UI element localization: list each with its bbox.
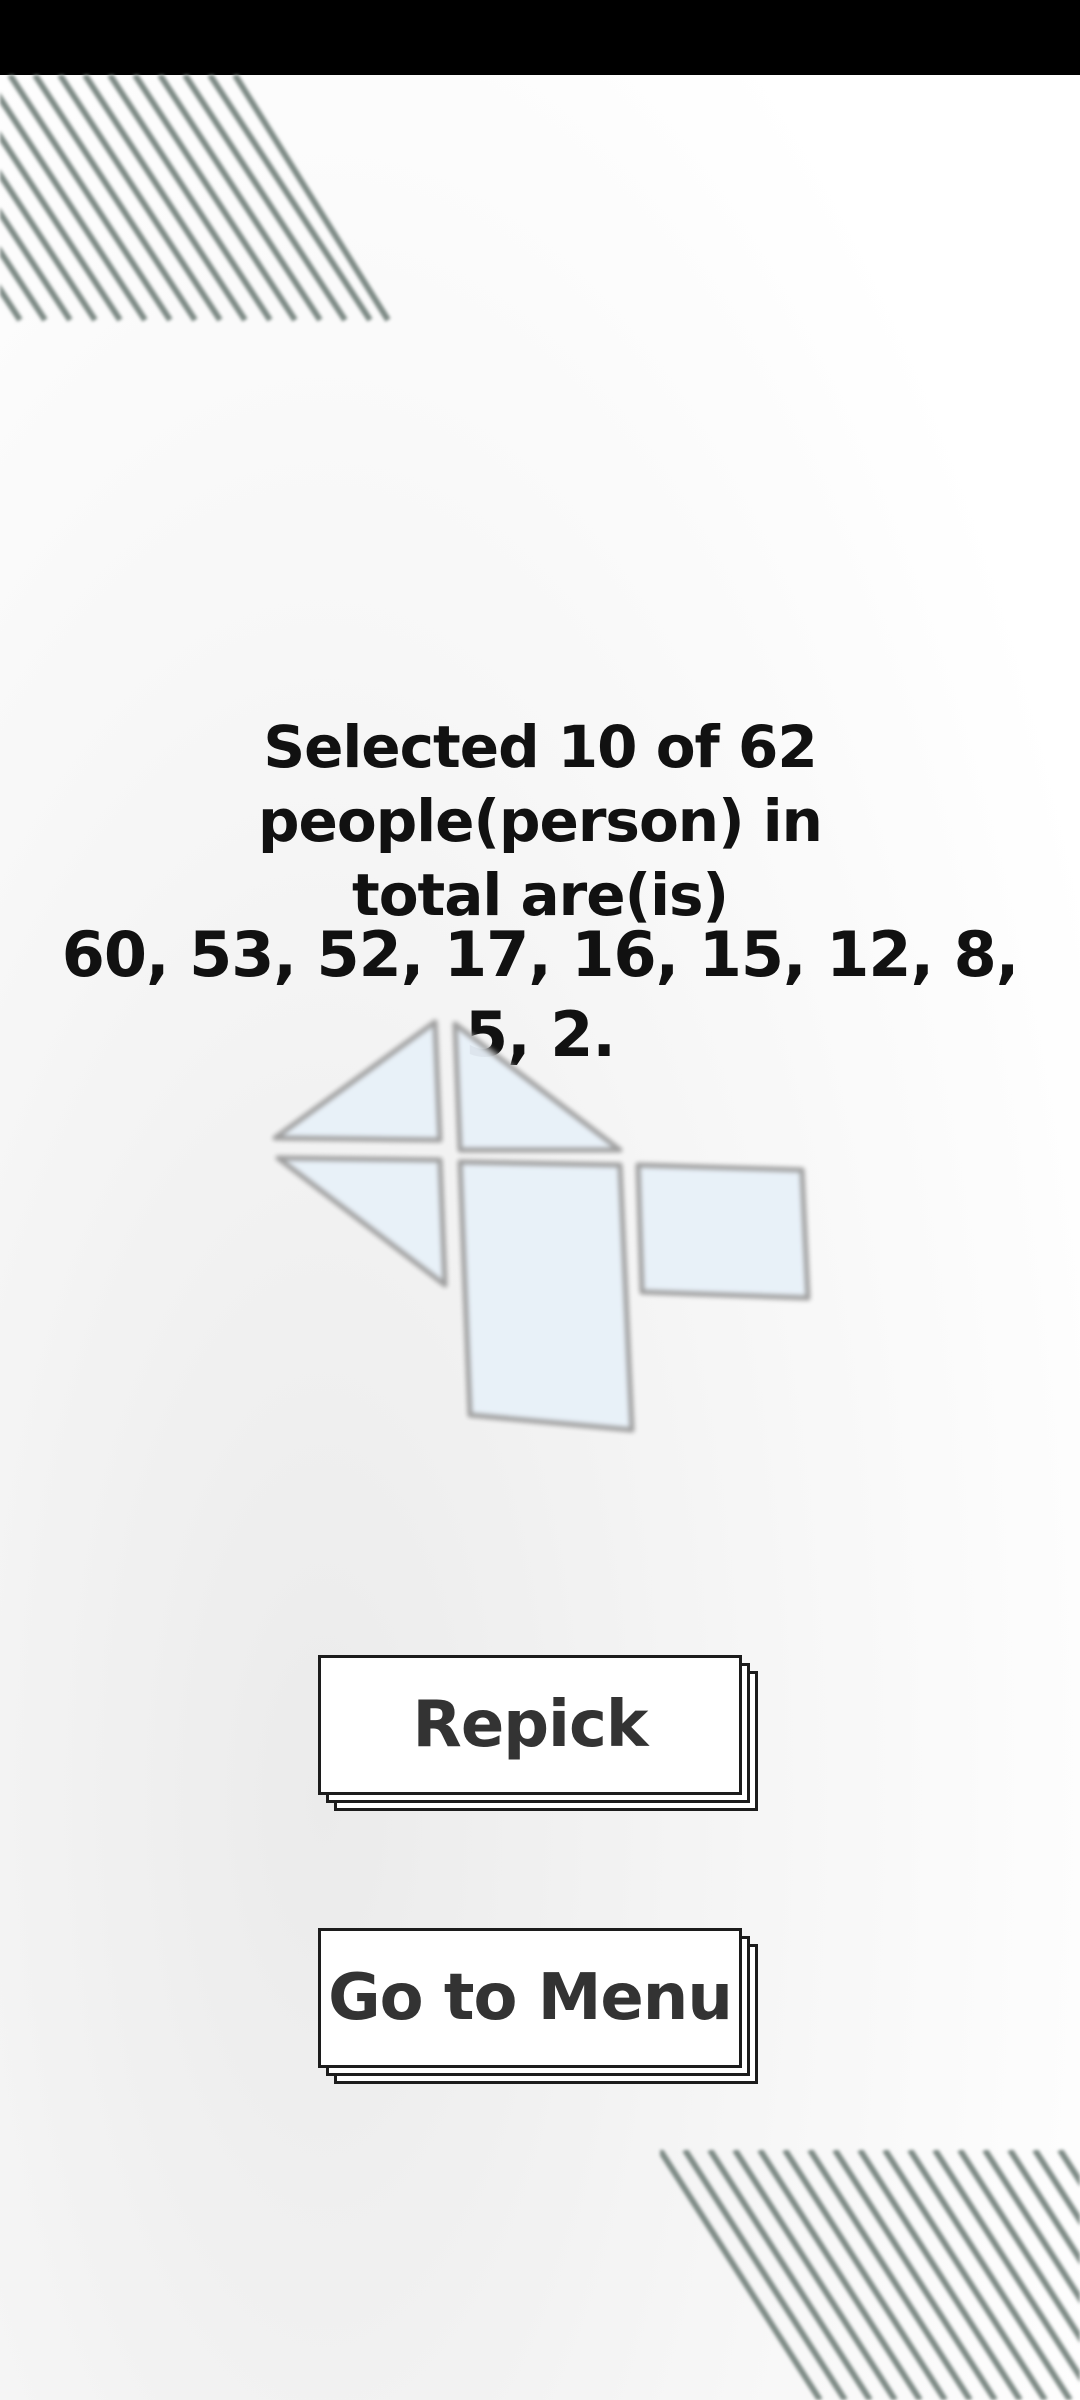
repick-button-label: Repick	[412, 1688, 649, 1762]
go-to-menu-button[interactable]: Go to Menu	[318, 1928, 742, 2068]
tangram-logo	[272, 1019, 811, 1433]
decorative-stripes-top	[0, 75, 391, 322]
selection-summary-title: Selected 10 of 62 people(person) in tota…	[40, 710, 1040, 932]
status-bar	[0, 0, 1080, 75]
title-line-1: Selected 10 of 62 people(person) in	[258, 713, 823, 855]
decorative-stripes-bottom	[660, 2150, 1080, 2400]
repick-button[interactable]: Repick	[318, 1655, 742, 1795]
go-to-menu-button-label: Go to Menu	[328, 1961, 733, 2035]
